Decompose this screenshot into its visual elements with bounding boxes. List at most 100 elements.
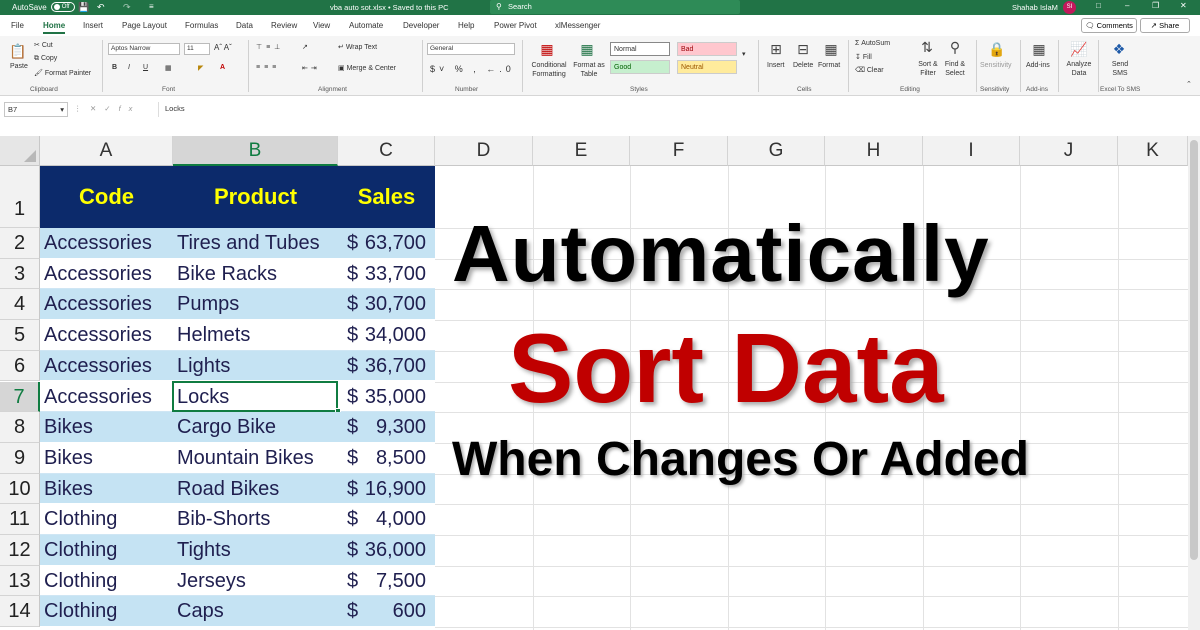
merge-center-button[interactable]: ▣ Merge & Center [338,64,396,72]
tab-help[interactable]: Help [458,21,474,30]
column-header-i[interactable]: I [923,136,1020,166]
cell-code[interactable]: Clothing [44,504,117,534]
autosave-switch[interactable]: Off [50,2,75,12]
orientation-icon[interactable]: ↗ [302,43,308,51]
paste-icon[interactable]: 📋 [9,42,27,60]
font-grow-icon[interactable]: Aˆ Aˇ [214,43,232,52]
cell-product[interactable]: Tires and Tubes [177,228,320,258]
cell-code[interactable]: Accessories [44,289,152,319]
cell-sales[interactable]: 36,000 [360,535,426,566]
analyze-data-button[interactable]: Analyze Data [1064,60,1094,78]
cell-code[interactable]: Accessories [44,320,152,350]
style-good[interactable]: Good [610,60,670,74]
add-ins-button[interactable]: Add-ins [1026,62,1050,69]
active-cell[interactable]: Locks [172,381,338,412]
row-header-3[interactable]: 3 [0,258,40,290]
cell-product[interactable]: Tights [177,535,231,565]
delete-cells-icon[interactable]: ⊟ [794,40,812,58]
cell-product[interactable]: Helmets [177,320,250,350]
minimize-icon[interactable]: – [1125,1,1129,10]
format-as-table-button[interactable]: Format as Table [572,61,606,79]
column-header-f[interactable]: F [630,136,728,166]
row-header-14[interactable]: 14 [0,596,40,628]
sensitivity-icon[interactable]: 🔒 [988,40,1006,58]
find-select-icon[interactable]: ⚲ [946,38,964,56]
cut-button[interactable]: ✂ Cut [34,41,53,49]
cell-code[interactable]: Clothing [44,596,117,626]
tab-automate[interactable]: Automate [349,21,383,30]
cell-product[interactable]: Cargo Bike [177,412,276,442]
cell-code[interactable]: Clothing [44,535,117,565]
avatar[interactable]: SI [1063,1,1076,14]
row-header-7[interactable]: 7 [0,381,40,413]
header-product[interactable]: Product [173,166,338,228]
cell-code[interactable]: Accessories [44,259,152,289]
conditional-formatting-icon[interactable]: ▦ [538,40,556,58]
tab-home[interactable]: Home [43,21,66,34]
horizontal-align-icons[interactable]: ≡≡≡ [256,64,280,71]
row-header-5[interactable]: 5 [0,320,40,351]
number-format-icons[interactable]: $˅ % , ←.0 [430,64,515,74]
wrap-text-button[interactable]: ↵ Wrap Text [338,43,377,51]
formula-controls[interactable]: ✕✓fx [90,104,140,113]
copy-button[interactable]: ⧉ Copy [34,55,57,63]
send-sms-button[interactable]: Send SMS [1108,60,1132,78]
row-header-11[interactable]: 11 [0,504,40,535]
font-color-icon[interactable]: A [220,64,225,71]
insert-cells-button[interactable]: Insert [767,62,785,69]
cell-code[interactable]: Accessories [44,382,152,412]
find-select-button[interactable]: Find & Select [940,60,970,78]
row-header-9[interactable]: 9 [0,442,40,474]
tab-page-layout[interactable]: Page Layout [122,21,167,30]
insert-cells-icon[interactable]: ⊞ [767,40,785,58]
cell-code[interactable]: Bikes [44,412,93,442]
cell-code[interactable]: Accessories [44,228,152,258]
row-header-6[interactable]: 6 [0,350,40,382]
cell-sales[interactable]: 16,900 [360,474,426,505]
cell-product[interactable]: Lights [177,351,230,381]
scrollbar-thumb[interactable] [1190,140,1198,560]
row-header-8[interactable]: 8 [0,412,40,443]
save-icon[interactable]: 💾 [78,2,89,13]
column-header-g[interactable]: G [728,136,825,166]
add-ins-icon[interactable]: ▦ [1030,40,1048,58]
sensitivity-button[interactable]: Sensitivity [980,62,1012,69]
tab-data[interactable]: Data [236,21,253,30]
ribbon-display-icon[interactable]: □ [1096,1,1101,10]
style-bad[interactable]: Bad [677,42,737,56]
autosum-button[interactable]: Σ AutoSum [855,40,890,47]
cell-product[interactable]: Road Bikes [177,474,279,504]
search-box[interactable]: ⚲ Search [490,0,740,14]
paste-button[interactable]: Paste [10,63,28,70]
tab-power-pivot[interactable]: Power Pivot [494,21,537,30]
cell-sales[interactable]: 36,700 [360,351,426,382]
styles-more-icon[interactable]: ▾ [742,50,746,58]
fill-color-icon[interactable]: ◤ [198,64,203,72]
font-name-select[interactable]: Aptos Narrow [108,43,180,55]
row-header-1[interactable]: 1 [0,166,40,228]
cell-sales[interactable]: 4,000 [360,504,426,535]
analyze-data-icon[interactable]: 📈 [1070,40,1088,58]
column-header-h[interactable]: H [825,136,923,166]
tab-insert[interactable]: Insert [83,21,103,30]
cell-code[interactable]: Bikes [44,474,93,504]
format-cells-button[interactable]: Format [818,62,840,69]
sort-filter-icon[interactable]: ⇅ [918,38,936,56]
cell-product[interactable]: Jerseys [177,566,246,596]
cell-sales[interactable]: 7,500 [360,566,426,597]
close-icon[interactable]: ✕ [1180,1,1187,10]
vertical-align-icons[interactable]: ⊤≡⊥ [256,43,284,51]
format-as-table-icon[interactable]: ▦ [578,40,596,58]
font-size-select[interactable]: 11 [184,43,210,55]
header-sales[interactable]: Sales [338,166,435,228]
format-painter-button[interactable]: 🖌 Format Painter [34,69,91,77]
select-all-button[interactable] [0,136,40,166]
style-normal[interactable]: Normal [610,42,670,56]
formula-input[interactable]: Locks [158,102,1188,117]
row-header-13[interactable]: 13 [0,565,40,597]
cell-code[interactable]: Accessories [44,351,152,381]
sort-filter-button[interactable]: Sort & Filter [913,60,943,78]
tab-xlmessenger[interactable]: xlMessenger [555,21,600,30]
row-header-10[interactable]: 10 [0,473,40,505]
row-header-4[interactable]: 4 [0,289,40,321]
